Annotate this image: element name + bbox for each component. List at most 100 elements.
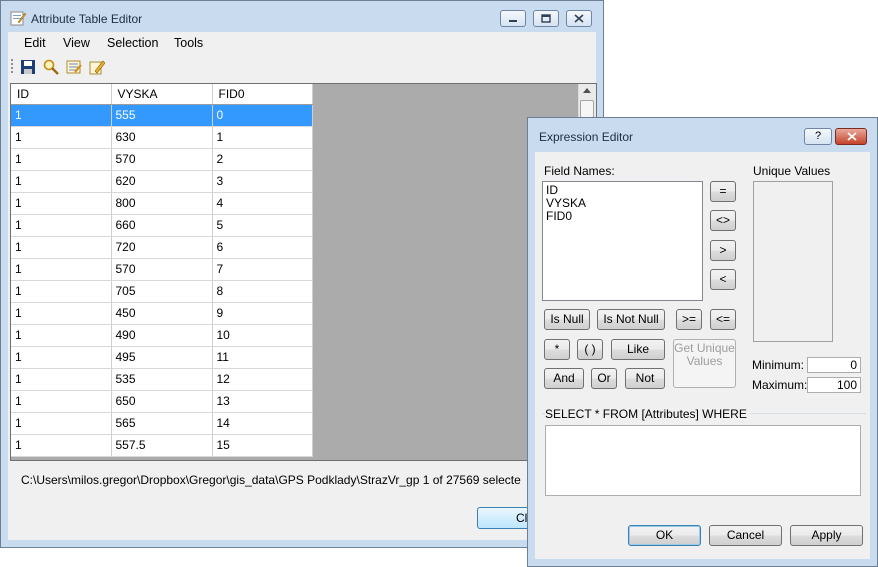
scroll-thumb[interactable] <box>580 100 594 118</box>
cell-vyska[interactable]: 720 <box>111 236 213 259</box>
maximum-input[interactable]: 100 <box>807 377 861 393</box>
expression-close-button[interactable] <box>835 128 867 145</box>
table-row[interactable]: 1 490 10 <box>11 324 313 347</box>
cell-fid0[interactable]: 13 <box>212 390 313 413</box>
equals-button[interactable]: = <box>710 181 736 202</box>
table-row[interactable]: 1 557.5 15 <box>11 434 313 457</box>
greater-than-button[interactable]: > <box>710 240 736 261</box>
parentheses-button[interactable]: ( ) <box>577 339 603 360</box>
cell-fid0[interactable]: 11 <box>212 346 313 369</box>
cell-id[interactable]: 1 <box>11 346 112 369</box>
field-names-list[interactable]: ID VYSKA FID0 <box>542 181 703 301</box>
cell-id[interactable]: 1 <box>11 434 112 457</box>
cell-vyska[interactable]: 570 <box>111 148 213 171</box>
cell-id[interactable]: 1 <box>11 258 112 281</box>
cell-vyska[interactable]: 650 <box>111 390 213 413</box>
table-row[interactable]: 1 660 5 <box>11 214 313 237</box>
field-item[interactable]: FID0 <box>546 210 699 223</box>
table-row[interactable]: 1 570 2 <box>11 148 313 171</box>
not-button[interactable]: Not <box>625 368 665 389</box>
cell-fid0[interactable]: 4 <box>212 192 313 215</box>
cell-vyska[interactable]: 450 <box>111 302 213 325</box>
less-than-button[interactable]: < <box>710 269 736 290</box>
cell-fid0[interactable]: 8 <box>212 280 313 303</box>
column-header-id[interactable]: ID <box>11 84 112 105</box>
table-row[interactable]: 1 570 7 <box>11 258 313 281</box>
cell-vyska[interactable]: 800 <box>111 192 213 215</box>
column-header-fid0[interactable]: FID0 <box>212 84 313 105</box>
help-button[interactable]: ? <box>804 128 832 145</box>
cell-fid0[interactable]: 9 <box>212 302 313 325</box>
star-button[interactable]: * <box>544 339 570 360</box>
cell-fid0[interactable]: 15 <box>212 434 313 457</box>
save-icon[interactable] <box>20 59 36 75</box>
close-window-button[interactable] <box>566 10 592 27</box>
scroll-up-icon[interactable] <box>583 88 591 93</box>
cell-fid0[interactable]: 5 <box>212 214 313 237</box>
cell-vyska[interactable]: 535 <box>111 368 213 391</box>
table-row[interactable]: 1 450 9 <box>11 302 313 325</box>
cell-id[interactable]: 1 <box>11 148 112 171</box>
title-bar[interactable]: Attribute Table Editor <box>1 1 603 33</box>
column-header-vyska[interactable]: VYSKA <box>111 84 213 105</box>
cell-id[interactable]: 1 <box>11 302 112 325</box>
like-button[interactable]: Like <box>611 339 665 360</box>
cell-id[interactable]: 1 <box>11 236 112 259</box>
get-unique-values-button[interactable]: Get Unique Values <box>673 339 736 388</box>
cell-id[interactable]: 1 <box>11 126 112 149</box>
cell-vyska[interactable]: 495 <box>111 346 213 369</box>
edit-icon[interactable] <box>89 59 106 75</box>
table-row[interactable]: 1 620 3 <box>11 170 313 193</box>
search-icon[interactable] <box>43 59 59 75</box>
unique-values-list[interactable] <box>753 181 833 342</box>
cell-fid0[interactable]: 1 <box>212 126 313 149</box>
cancel-button[interactable]: Cancel <box>709 525 782 546</box>
table-row[interactable]: 1 705 8 <box>11 280 313 303</box>
cell-fid0[interactable]: 12 <box>212 368 313 391</box>
cell-id[interactable]: 1 <box>11 214 112 237</box>
cell-fid0[interactable]: 3 <box>212 170 313 193</box>
cell-id[interactable]: 1 <box>11 324 112 347</box>
table-row[interactable]: 1 535 12 <box>11 368 313 391</box>
sql-where-textarea[interactable] <box>545 425 861 496</box>
menu-selection[interactable]: Selection <box>107 36 158 50</box>
cell-id[interactable]: 1 <box>11 170 112 193</box>
and-button[interactable]: And <box>544 368 584 389</box>
less-equal-button[interactable]: <= <box>710 309 736 330</box>
cell-id[interactable]: 1 <box>11 390 112 413</box>
table-row[interactable]: 1 720 6 <box>11 236 313 259</box>
cell-fid0[interactable]: 7 <box>212 258 313 281</box>
cell-vyska[interactable]: 570 <box>111 258 213 281</box>
cell-vyska[interactable]: 630 <box>111 126 213 149</box>
menu-view[interactable]: View <box>63 36 90 50</box>
attribute-grid[interactable]: ID VYSKA FID0 1 555 0 1 630 1 1 570 2 1 620 3 1 800 4 1… <box>10 83 597 461</box>
cell-fid0[interactable]: 14 <box>212 412 313 435</box>
ok-button[interactable]: OK <box>628 525 701 546</box>
cell-vyska[interactable]: 557.5 <box>111 434 213 457</box>
is-not-null-button[interactable]: Is Not Null <box>597 309 665 330</box>
cell-vyska[interactable]: 660 <box>111 214 213 237</box>
cell-vyska[interactable]: 490 <box>111 324 213 347</box>
cell-fid0[interactable]: 2 <box>212 148 313 171</box>
table-row[interactable]: 1 800 4 <box>11 192 313 215</box>
minimum-input[interactable]: 0 <box>807 357 861 373</box>
table-row[interactable]: 1 630 1 <box>11 126 313 149</box>
toolbar-grip[interactable] <box>11 59 13 75</box>
table-row[interactable]: 1 555 0 <box>11 104 313 127</box>
is-null-button[interactable]: Is Null <box>544 309 590 330</box>
cell-id[interactable]: 1 <box>11 104 112 127</box>
cell-vyska[interactable]: 705 <box>111 280 213 303</box>
or-button[interactable]: Or <box>591 368 617 389</box>
cell-id[interactable]: 1 <box>11 192 112 215</box>
cell-id[interactable]: 1 <box>11 412 112 435</box>
menu-edit[interactable]: Edit <box>24 36 46 50</box>
greater-equal-button[interactable]: >= <box>676 309 702 330</box>
menu-tools[interactable]: Tools <box>174 36 203 50</box>
table-row[interactable]: 1 565 14 <box>11 412 313 435</box>
cell-vyska[interactable]: 555 <box>111 104 213 127</box>
minimize-button[interactable] <box>500 10 526 27</box>
cell-vyska[interactable]: 620 <box>111 170 213 193</box>
cell-vyska[interactable]: 565 <box>111 412 213 435</box>
cell-id[interactable]: 1 <box>11 368 112 391</box>
table-row[interactable]: 1 495 11 <box>11 346 313 369</box>
